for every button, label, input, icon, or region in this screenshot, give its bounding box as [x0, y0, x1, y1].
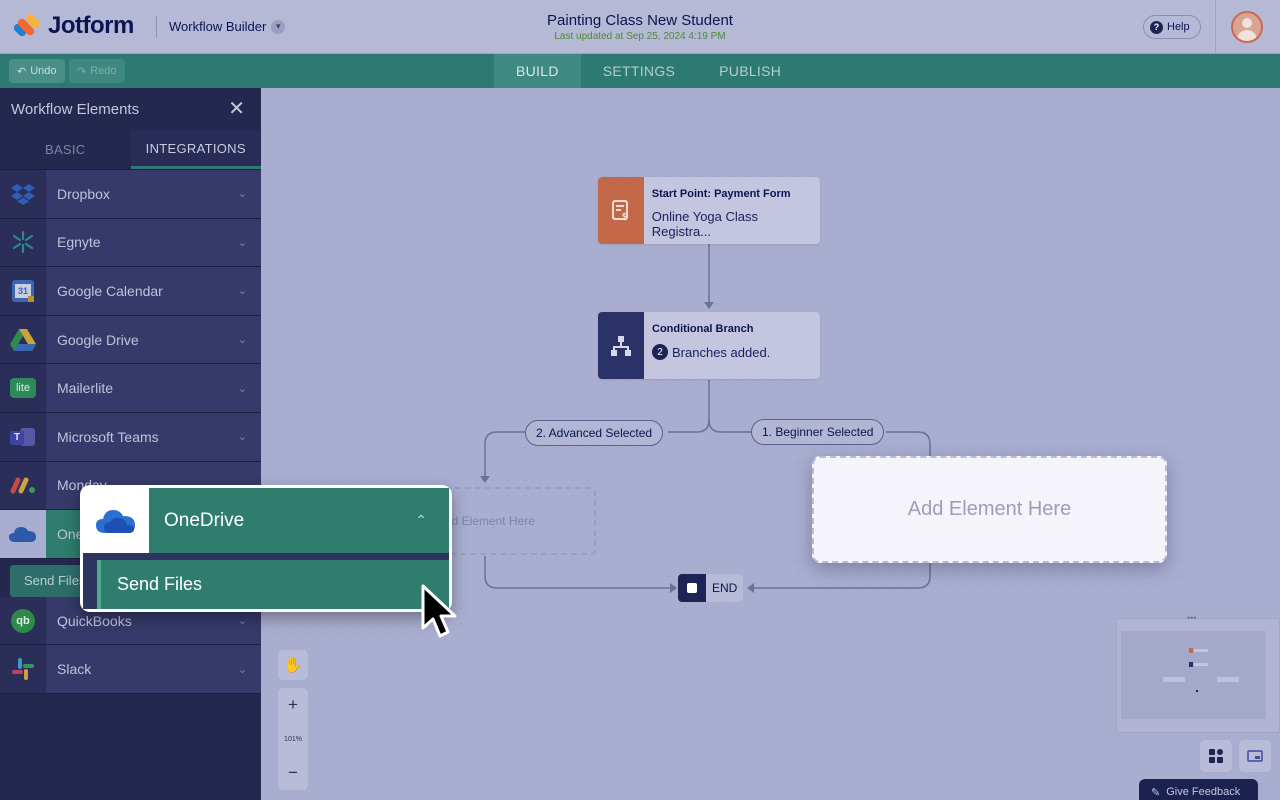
branch-node-title: Conditional Branch: [652, 323, 754, 335]
branch-label-beginner[interactable]: 1. Beginner Selected: [751, 419, 885, 445]
hand-tool-button[interactable]: ✋: [278, 650, 308, 680]
branch-count-badge: 2: [652, 344, 668, 360]
branch-node-subtitle: Branches added.: [672, 344, 771, 360]
zoom-out-button[interactable]: −: [288, 757, 298, 789]
start-node-title: Start Point: Payment Form: [651, 188, 791, 200]
end-node[interactable]: END: [678, 574, 744, 602]
flow-connectors: [480, 244, 931, 593]
feedback-icon: ✎: [1151, 786, 1161, 799]
elements-toggle-button[interactable]: [1200, 740, 1232, 772]
branch-label-advanced[interactable]: 2. Advanced Selected: [525, 420, 664, 446]
onedrive-zoom-callout: OneDrive ⌃ Send Files: [80, 485, 452, 612]
send-files-button[interactable]: Send Files: [97, 560, 449, 609]
onedrive-header[interactable]: OneDrive ⌃: [83, 488, 449, 553]
minimap-toggle-button[interactable]: [1239, 740, 1271, 772]
canvas-minimap[interactable]: •••: [1116, 613, 1280, 733]
conditional-branch-node[interactable]: Conditional Branch 2 Branches added.: [598, 312, 820, 379]
give-feedback-button[interactable]: ✎ Give Feedback: [1139, 779, 1258, 800]
stop-icon: [678, 574, 706, 602]
mouse-pointer-icon: [421, 584, 457, 638]
onedrive-icon: [83, 488, 149, 553]
onedrive-actions-zoomed: Send Files: [83, 553, 449, 609]
end-label: END: [712, 581, 738, 595]
zoom-level: 101%: [284, 735, 302, 743]
onedrive-title: OneDrive: [164, 509, 245, 531]
chevron-up-icon: ⌃: [415, 512, 427, 528]
branch-icon: [598, 312, 644, 379]
start-point-node[interactable]: $ Start Point: Payment Form Online Yoga …: [598, 177, 820, 244]
apps-icon: [1209, 749, 1223, 763]
payment-form-icon: $: [598, 177, 644, 244]
zoom-controls: + 101% −: [278, 688, 308, 790]
hand-icon: ✋: [283, 657, 303, 674]
minimap-icon: [1247, 750, 1263, 762]
minimap-handle-icon: •••: [1187, 613, 1197, 623]
zoom-in-button[interactable]: +: [288, 689, 298, 721]
start-node-subtitle: Online Yoga Class Registra...: [651, 209, 759, 239]
add-element-placeholder-beginner[interactable]: Add Element Here: [812, 456, 1167, 563]
svg-text:$: $: [622, 212, 628, 223]
add-element-label-large: Add Element Here: [907, 498, 1072, 520]
give-feedback-label: Give Feedback: [1166, 786, 1241, 798]
minimap-viewport: [1121, 631, 1266, 719]
